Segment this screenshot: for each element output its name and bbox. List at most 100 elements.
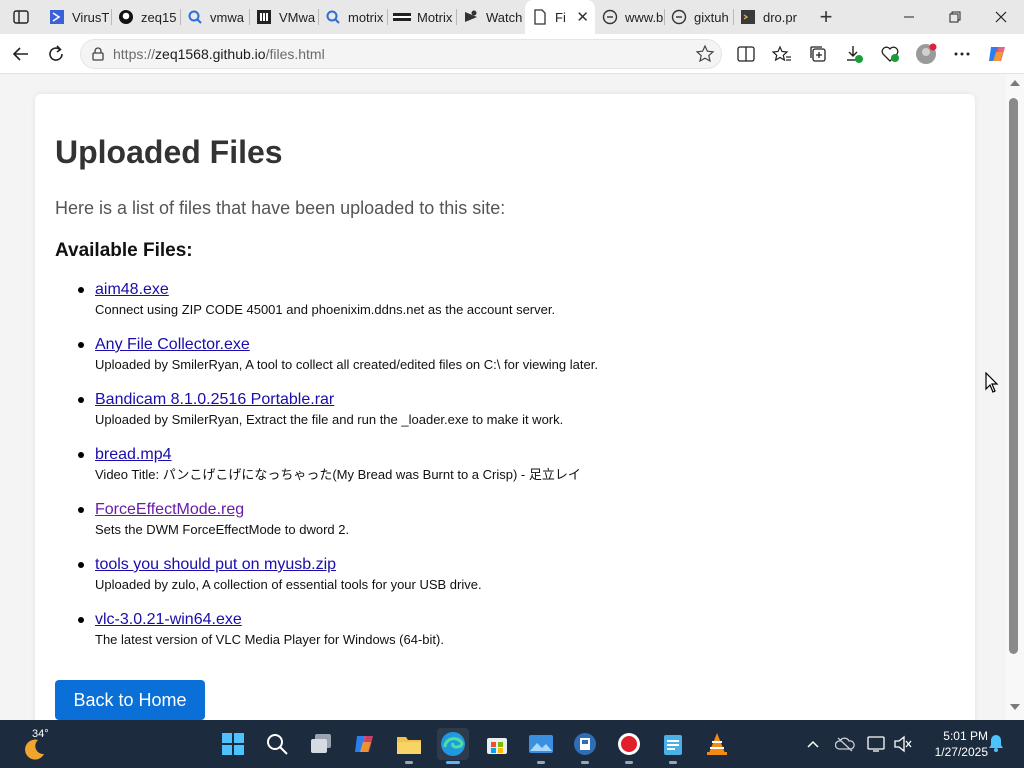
- favorite-star-icon[interactable]: [695, 44, 715, 69]
- list-item: ForceEffectMode.reg Sets the DWM ForceEf…: [55, 500, 598, 538]
- file-link[interactable]: Any File Collector.exe: [95, 335, 598, 355]
- taskbar-edge[interactable]: [437, 728, 469, 764]
- taskbar-store[interactable]: [481, 728, 513, 760]
- favorites-button[interactable]: [764, 36, 800, 72]
- list-item: tools you should put on myusb.zip Upload…: [55, 555, 598, 593]
- system-clock[interactable]: 5:01 PM 1/27/2025: [918, 728, 988, 760]
- terminal-icon: [739, 8, 757, 26]
- notepad-icon: [664, 735, 682, 755]
- list-item: Bandicam 8.1.0.2516 Portable.rar Uploade…: [55, 390, 598, 428]
- taskbar-file-explorer[interactable]: [393, 728, 425, 764]
- bullet: [78, 452, 84, 458]
- tab-dropr[interactable]: dro.pr: [733, 0, 802, 34]
- start-button[interactable]: [217, 728, 249, 760]
- reload-button[interactable]: [38, 36, 74, 72]
- file-description: Video Title: パンこげこげになっちゃった(My Bread was …: [95, 467, 581, 482]
- clock-time: 5:01 PM: [943, 729, 988, 743]
- back-button[interactable]: [2, 36, 38, 72]
- task-view-icon: [311, 734, 331, 753]
- network-tray[interactable]: [867, 734, 887, 754]
- file-link[interactable]: aim48.exe: [95, 280, 598, 300]
- vlc-cone-icon: [707, 733, 727, 755]
- bullet: [78, 287, 84, 293]
- tab-actions-button[interactable]: [0, 0, 42, 34]
- taskbar-copilot[interactable]: [349, 728, 381, 760]
- file-link[interactable]: vlc-3.0.21-win64.exe: [95, 610, 598, 630]
- address-bar[interactable]: https://zeq1568.github.io/files.html: [80, 39, 722, 69]
- list-item: vlc-3.0.21-win64.exe The latest version …: [55, 610, 598, 648]
- taskbar-screen-recorder[interactable]: [613, 728, 645, 764]
- scroll-down-arrow-icon[interactable]: [1010, 704, 1020, 710]
- scroll-up-arrow-icon[interactable]: [1010, 80, 1020, 86]
- restore-button[interactable]: [932, 0, 978, 34]
- running-indicator: [581, 761, 589, 764]
- notifications-button[interactable]: [988, 734, 1004, 757]
- onedrive-tray[interactable]: [835, 734, 855, 754]
- tab-watch[interactable]: Watch: [456, 0, 525, 34]
- tab-search-vmware[interactable]: vmwa: [180, 0, 249, 34]
- new-tab-button[interactable]: +: [802, 0, 850, 34]
- file-link-visited[interactable]: ForceEffectMode.reg: [95, 500, 598, 520]
- copilot-button[interactable]: [980, 36, 1016, 72]
- volume-tray[interactable]: [893, 734, 913, 754]
- page-scrollbar[interactable]: [1006, 74, 1024, 720]
- photos-icon: [529, 735, 553, 753]
- running-indicator: [405, 761, 413, 764]
- tab-github[interactable]: zeq15: [111, 0, 180, 34]
- site-info-icon[interactable]: [91, 47, 105, 61]
- tab-title: dro.pr: [763, 9, 797, 25]
- section-title: Available Files:: [55, 240, 193, 261]
- file-link[interactable]: Bandicam 8.1.0.2516 Portable.rar: [95, 390, 598, 410]
- browser-essentials-button[interactable]: [872, 36, 908, 72]
- folder-icon: [397, 737, 421, 754]
- tab-title: vmwa: [210, 9, 244, 25]
- search-icon: [186, 8, 204, 26]
- tab-vmware[interactable]: VMwa: [249, 0, 318, 34]
- minimize-button[interactable]: [886, 0, 932, 34]
- motrix-icon: [393, 8, 411, 26]
- split-screen-icon: [737, 46, 755, 62]
- tab-search-motrix[interactable]: motrix: [318, 0, 387, 34]
- split-screen-button[interactable]: [728, 36, 764, 72]
- taskbar-vlc[interactable]: [701, 728, 733, 760]
- close-window-button[interactable]: [978, 0, 1024, 34]
- taskbar-vmware[interactable]: [569, 728, 601, 764]
- running-indicator: [446, 761, 460, 764]
- scrollbar-thumb[interactable]: [1009, 98, 1018, 654]
- taskbar: 34° 5:01 PM 1/27/2025: [0, 720, 1024, 768]
- file-link[interactable]: bread.mp4: [95, 445, 598, 465]
- tab-title: zeq15: [141, 9, 177, 25]
- address-url: https://zeq1568.github.io/files.html: [113, 46, 325, 62]
- downloads-button[interactable]: [836, 36, 872, 72]
- taskbar-notepad[interactable]: [657, 728, 689, 764]
- settings-more-button[interactable]: [944, 36, 980, 72]
- reload-icon: [49, 45, 63, 61]
- tab-title: www.b: [625, 9, 664, 25]
- cloud-offline-icon: [835, 737, 855, 752]
- tab-title: Motrix: [417, 9, 453, 25]
- tab-www[interactable]: www.b: [595, 0, 664, 34]
- tab-files-active[interactable]: Fi ✕: [525, 0, 595, 34]
- intro-text: Here is a list of files that have been u…: [55, 198, 506, 218]
- close-tab-icon[interactable]: ✕: [576, 8, 589, 26]
- show-hidden-icons-button[interactable]: [803, 734, 823, 754]
- tab-virustotal[interactable]: VirusT: [42, 0, 111, 34]
- vmware-icon: [255, 8, 273, 26]
- collections-button[interactable]: [800, 36, 836, 72]
- bullet: [78, 342, 84, 348]
- file-link[interactable]: tools you should put on myusb.zip: [95, 555, 598, 575]
- task-view-button[interactable]: [305, 728, 337, 760]
- tab-gixtuh[interactable]: gixtuh: [664, 0, 733, 34]
- avatar-icon: [916, 43, 937, 64]
- taskbar-photos[interactable]: [525, 728, 557, 764]
- running-indicator: [669, 761, 677, 764]
- weather-widget[interactable]: 34°: [18, 726, 54, 762]
- profile-button[interactable]: [908, 36, 944, 72]
- taskbar-search-button[interactable]: [261, 728, 293, 760]
- link-icon: [601, 8, 619, 26]
- more-dots-icon: [954, 52, 970, 56]
- windows-logo-icon: [222, 733, 244, 755]
- tab-motrix[interactable]: Motrix: [387, 0, 456, 34]
- page-viewport: Uploaded Files Here is a list of files t…: [0, 74, 1006, 720]
- back-to-home-button[interactable]: Back to Home: [55, 680, 205, 720]
